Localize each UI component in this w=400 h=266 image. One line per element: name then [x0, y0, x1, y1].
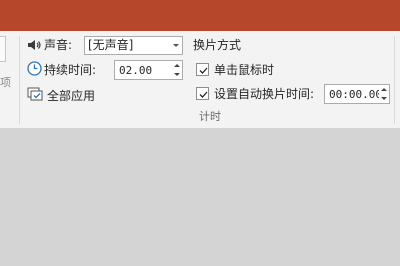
- checkmark-icon: [199, 67, 208, 74]
- speaker-icon: [28, 40, 41, 50]
- duration-label: 持续时间:: [44, 63, 97, 77]
- advance-after-down-button[interactable]: [378, 94, 389, 103]
- on-mouse-click-checkbox[interactable]: [196, 63, 209, 76]
- previous-group-label: 项: [0, 76, 11, 88]
- advance-after-spinner[interactable]: 00:00.00: [324, 84, 390, 104]
- previous-group-button[interactable]: [0, 36, 6, 62]
- chevron-down-icon[interactable]: [173, 44, 179, 47]
- apply-all-label: 全部应用: [47, 89, 96, 103]
- checkmark-icon: [199, 91, 208, 98]
- slide-workspace[interactable]: [0, 129, 400, 266]
- title-bar: [0, 0, 400, 31]
- sound-label: 声音:: [44, 38, 73, 52]
- on-mouse-click-label: 单击鼠标时: [214, 63, 275, 77]
- advance-after-value[interactable]: 00:00.00: [329, 86, 379, 103]
- duration-spinner[interactable]: 02.00: [114, 60, 183, 80]
- clock-icon: [27, 61, 42, 76]
- duration-up-button[interactable]: [171, 61, 182, 70]
- advance-after-label: 设置自动换片时间:: [214, 87, 315, 101]
- apply-all-icon: [27, 87, 43, 101]
- advance-after-up-button[interactable]: [378, 85, 389, 94]
- apply-all-button[interactable]: 全部应用: [27, 86, 103, 106]
- timing-group-label: 计时: [199, 110, 221, 123]
- sound-dropdown[interactable]: [无声音]: [84, 36, 183, 55]
- duration-value[interactable]: 02.00: [119, 62, 152, 79]
- group-divider: [394, 36, 395, 124]
- advance-after-checkbox[interactable]: [196, 87, 209, 100]
- duration-down-button[interactable]: [171, 70, 182, 79]
- advance-slide-heading: 换片方式: [193, 38, 242, 52]
- sound-dropdown-value: [无声音]: [88, 38, 134, 52]
- group-divider: [19, 36, 20, 124]
